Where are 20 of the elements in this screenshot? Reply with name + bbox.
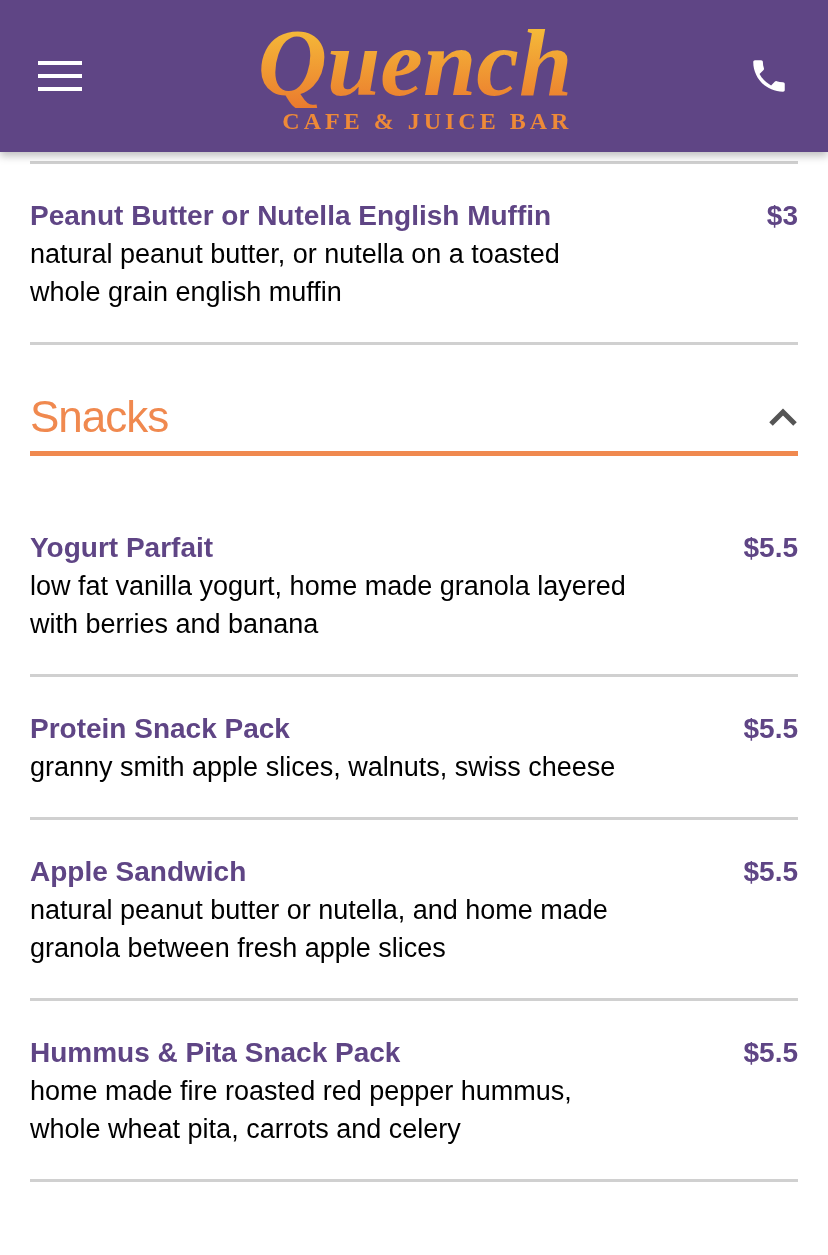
item-description: low fat vanilla yogurt, home made granola layered with berries and banana xyxy=(30,570,627,641)
item-price: $5.5 xyxy=(743,712,798,746)
section-title[interactable]: Snacks xyxy=(30,389,169,445)
item-name: Peanut Butter or Nutella English Muffin xyxy=(30,199,552,233)
item-price: $3 xyxy=(766,199,798,233)
menu-icon[interactable] xyxy=(38,60,82,92)
item-price: $5.5 xyxy=(743,1036,798,1070)
item-name: Protein Snack Pack xyxy=(30,712,290,746)
logo[interactable]: Quench CAFE & JUICE BAR xyxy=(257,18,573,134)
item-description: granny smith apple slices, walnuts, swiss cheese xyxy=(30,751,617,784)
item-description: natural peanut butter or nutella, and home made granola between fresh apple slices xyxy=(30,894,609,965)
item-name: Yogurt Parfait xyxy=(30,531,214,565)
item-price: $5.5 xyxy=(743,531,798,565)
logo-tagline[interactable]: CAFE & JUICE BAR xyxy=(282,108,573,134)
item-name: Apple Sandwich xyxy=(30,855,247,889)
item-price: $5.5 xyxy=(743,855,798,889)
chevron-up-icon[interactable] xyxy=(768,407,798,427)
item-name: Hummus & Pita Snack Pack xyxy=(30,1036,401,1070)
item-description: home made fire roasted red pepper hummus, whole wheat pita, carrots and celery xyxy=(30,1075,573,1146)
item-description: natural peanut butter, or nutella on a toasted whole grain english muffin xyxy=(30,238,561,309)
